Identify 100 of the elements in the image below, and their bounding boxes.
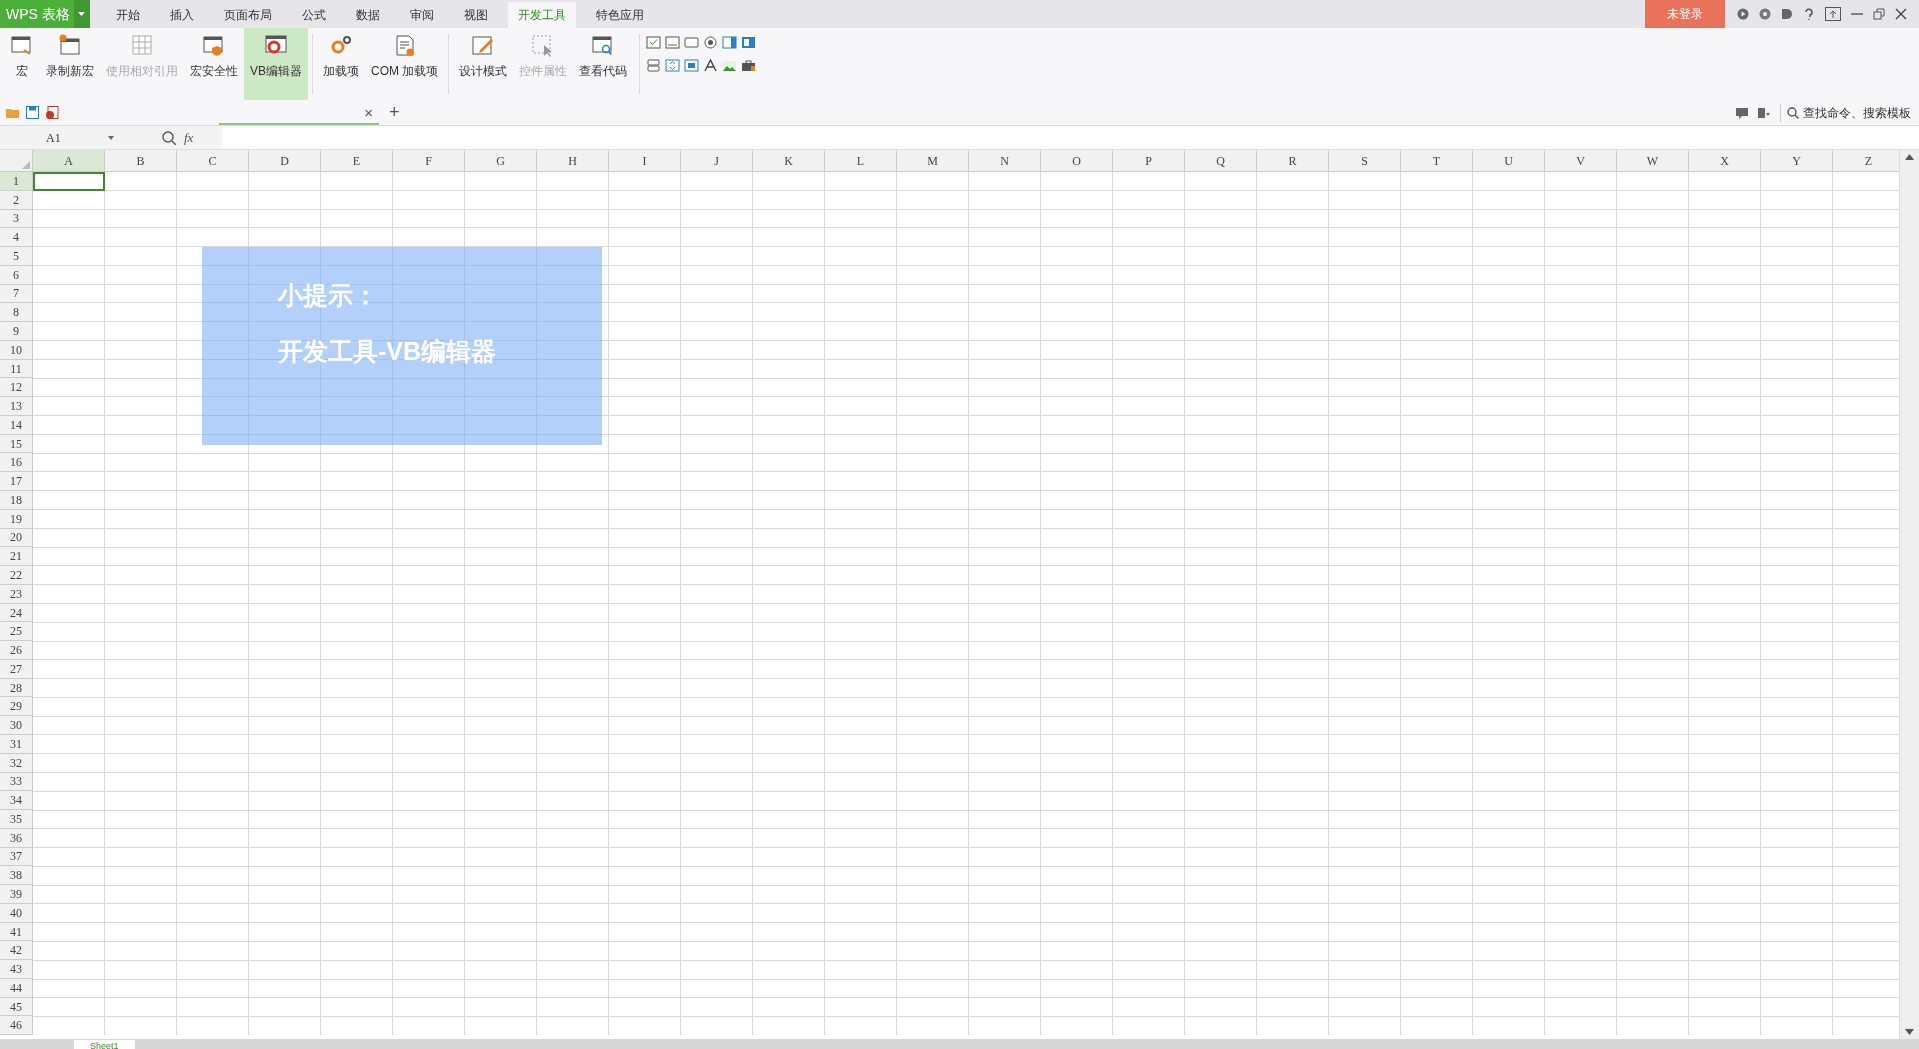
row-header[interactable]: 25 bbox=[0, 622, 33, 642]
ribbon-button[interactable]: 宏安全性 bbox=[184, 28, 244, 100]
skin-icon bbox=[1781, 8, 1793, 20]
insert-function-button[interactable]: fx bbox=[184, 127, 194, 148]
toggle-icon[interactable] bbox=[646, 59, 662, 72]
ribbon-tab[interactable]: 视图 bbox=[453, 2, 498, 28]
label-control-icon[interactable] bbox=[665, 36, 681, 49]
column-header[interactable]: K bbox=[753, 150, 825, 172]
window-icon bbox=[10, 34, 34, 58]
pencil-icon bbox=[471, 34, 496, 58]
ribbon-tab[interactable]: 开始 bbox=[105, 2, 150, 28]
new-tab-button[interactable]: + bbox=[389, 99, 400, 126]
caret-icon bbox=[78, 12, 86, 16]
column-header[interactable]: J bbox=[681, 150, 753, 172]
letter-a-icon[interactable] bbox=[703, 59, 719, 72]
row-header[interactable]: 26 bbox=[0, 641, 33, 660]
column-header[interactable]: U bbox=[1473, 150, 1545, 172]
column-header[interactable]: R bbox=[1257, 150, 1329, 172]
column-header[interactable]: W bbox=[1617, 150, 1689, 172]
tip-text: 开发工具-VB编辑器 bbox=[278, 335, 497, 367]
row-header[interactable]: 16 bbox=[0, 453, 33, 473]
ribbon-tab[interactable]: 特色应用 bbox=[585, 2, 654, 28]
checkbox-icon[interactable] bbox=[646, 36, 662, 49]
column-header[interactable]: C bbox=[177, 150, 249, 172]
ribbon-button[interactable]: 查看代码 bbox=[573, 28, 634, 100]
row-header[interactable]: 21 bbox=[0, 547, 33, 567]
column-header[interactable]: L bbox=[825, 150, 897, 172]
ribbon-button[interactable]: 加载项 bbox=[317, 28, 365, 100]
row-header[interactable]: 5 bbox=[0, 247, 33, 266]
row-header[interactable]: 35 bbox=[0, 810, 33, 829]
column-header[interactable]: B bbox=[105, 150, 177, 172]
row-header[interactable]: 34 bbox=[0, 791, 33, 811]
close-icon bbox=[1895, 8, 1907, 20]
window-shield-icon bbox=[202, 34, 226, 58]
vertical-scrollbar[interactable] bbox=[1899, 150, 1919, 1039]
column-header[interactable]: F bbox=[393, 150, 465, 172]
column-header[interactable]: O bbox=[1041, 150, 1113, 172]
row-header[interactable]: 39 bbox=[0, 885, 33, 904]
column-header[interactable]: Q bbox=[1185, 150, 1257, 172]
ribbon-button[interactable]: 宏 bbox=[4, 28, 40, 100]
image-icon[interactable] bbox=[722, 59, 738, 72]
row-header[interactable]: 4 bbox=[0, 228, 33, 248]
row-header[interactable]: 29 bbox=[0, 697, 33, 717]
command-search-field[interactable]: 查找命令、搜索模板 bbox=[1780, 103, 1913, 122]
pdf-export-icon bbox=[45, 105, 59, 120]
column-header[interactable]: M bbox=[897, 150, 969, 172]
column-header[interactable]: S bbox=[1329, 150, 1401, 172]
row-header[interactable]: 17 bbox=[0, 472, 33, 491]
ribbon-tab[interactable]: 数据 bbox=[345, 2, 390, 28]
row-header[interactable]: 12 bbox=[0, 378, 33, 398]
row-header[interactable]: 30 bbox=[0, 716, 33, 735]
selected-cell[interactable] bbox=[33, 172, 105, 191]
column-header[interactable]: P bbox=[1113, 150, 1185, 172]
save-icon bbox=[26, 106, 39, 119]
row-header[interactable]: 18 bbox=[0, 491, 33, 510]
ribbon-tab[interactable]: 页面布局 bbox=[213, 2, 282, 28]
row-header[interactable]: 22 bbox=[0, 566, 33, 585]
ribbon-button[interactable]: 设计模式 bbox=[453, 28, 514, 100]
row-header[interactable]: 42 bbox=[0, 941, 33, 961]
listbox-icon[interactable] bbox=[722, 36, 738, 49]
ribbon-button[interactable]: COM 加载项 bbox=[365, 28, 445, 100]
ribbon-tab[interactable]: 插入 bbox=[159, 2, 204, 28]
minimize-icon bbox=[1851, 13, 1863, 15]
scrollbar-icon[interactable] bbox=[684, 59, 700, 72]
chat-icon bbox=[1736, 106, 1748, 119]
column-header[interactable]: V bbox=[1545, 150, 1617, 172]
row-header[interactable]: 8 bbox=[0, 303, 33, 323]
column-header[interactable]: G bbox=[465, 150, 537, 172]
row-header[interactable]: 38 bbox=[0, 866, 33, 886]
row-header[interactable]: 46 bbox=[0, 1016, 33, 1036]
column-header[interactable]: Z bbox=[1833, 150, 1899, 172]
column-header[interactable]: N bbox=[969, 150, 1041, 172]
sheet-tab[interactable]: Sheet1 bbox=[74, 1040, 135, 1049]
name-box[interactable]: A1 bbox=[0, 126, 122, 149]
column-header[interactable]: E bbox=[321, 150, 393, 172]
combobox-icon[interactable] bbox=[741, 36, 757, 49]
row-header[interactable]: 43 bbox=[0, 960, 33, 979]
ribbon-tab[interactable]: 审阅 bbox=[399, 2, 444, 28]
column-header[interactable]: X bbox=[1689, 150, 1761, 172]
spinner-icon[interactable] bbox=[665, 59, 681, 72]
row-header[interactable]: 13 bbox=[0, 397, 33, 416]
row-header[interactable]: 1 bbox=[0, 172, 33, 191]
column-header[interactable]: D bbox=[249, 150, 321, 172]
ribbon-button[interactable]: 录制新宏 bbox=[40, 28, 100, 100]
column-header[interactable]: T bbox=[1401, 150, 1473, 172]
row-header[interactable]: 9 bbox=[0, 322, 33, 341]
column-header[interactable]: I bbox=[609, 150, 681, 172]
ribbon-tab[interactable]: 开发工具 bbox=[507, 2, 576, 28]
toolbox-icon[interactable] bbox=[741, 59, 757, 72]
close-tab-button[interactable]: × bbox=[364, 101, 373, 125]
column-header[interactable]: H bbox=[537, 150, 609, 172]
grid-icon bbox=[130, 34, 154, 58]
collapse-icon bbox=[1758, 106, 1770, 119]
radio-icon[interactable] bbox=[703, 36, 719, 49]
column-header[interactable]: A bbox=[33, 150, 105, 172]
folder-icon bbox=[6, 106, 20, 119]
upload-icon bbox=[1825, 7, 1841, 21]
column-header[interactable]: Y bbox=[1761, 150, 1833, 172]
ribbon-tab[interactable]: 公式 bbox=[291, 2, 336, 28]
ribbon-button[interactable]: VB编辑器 bbox=[244, 28, 308, 100]
